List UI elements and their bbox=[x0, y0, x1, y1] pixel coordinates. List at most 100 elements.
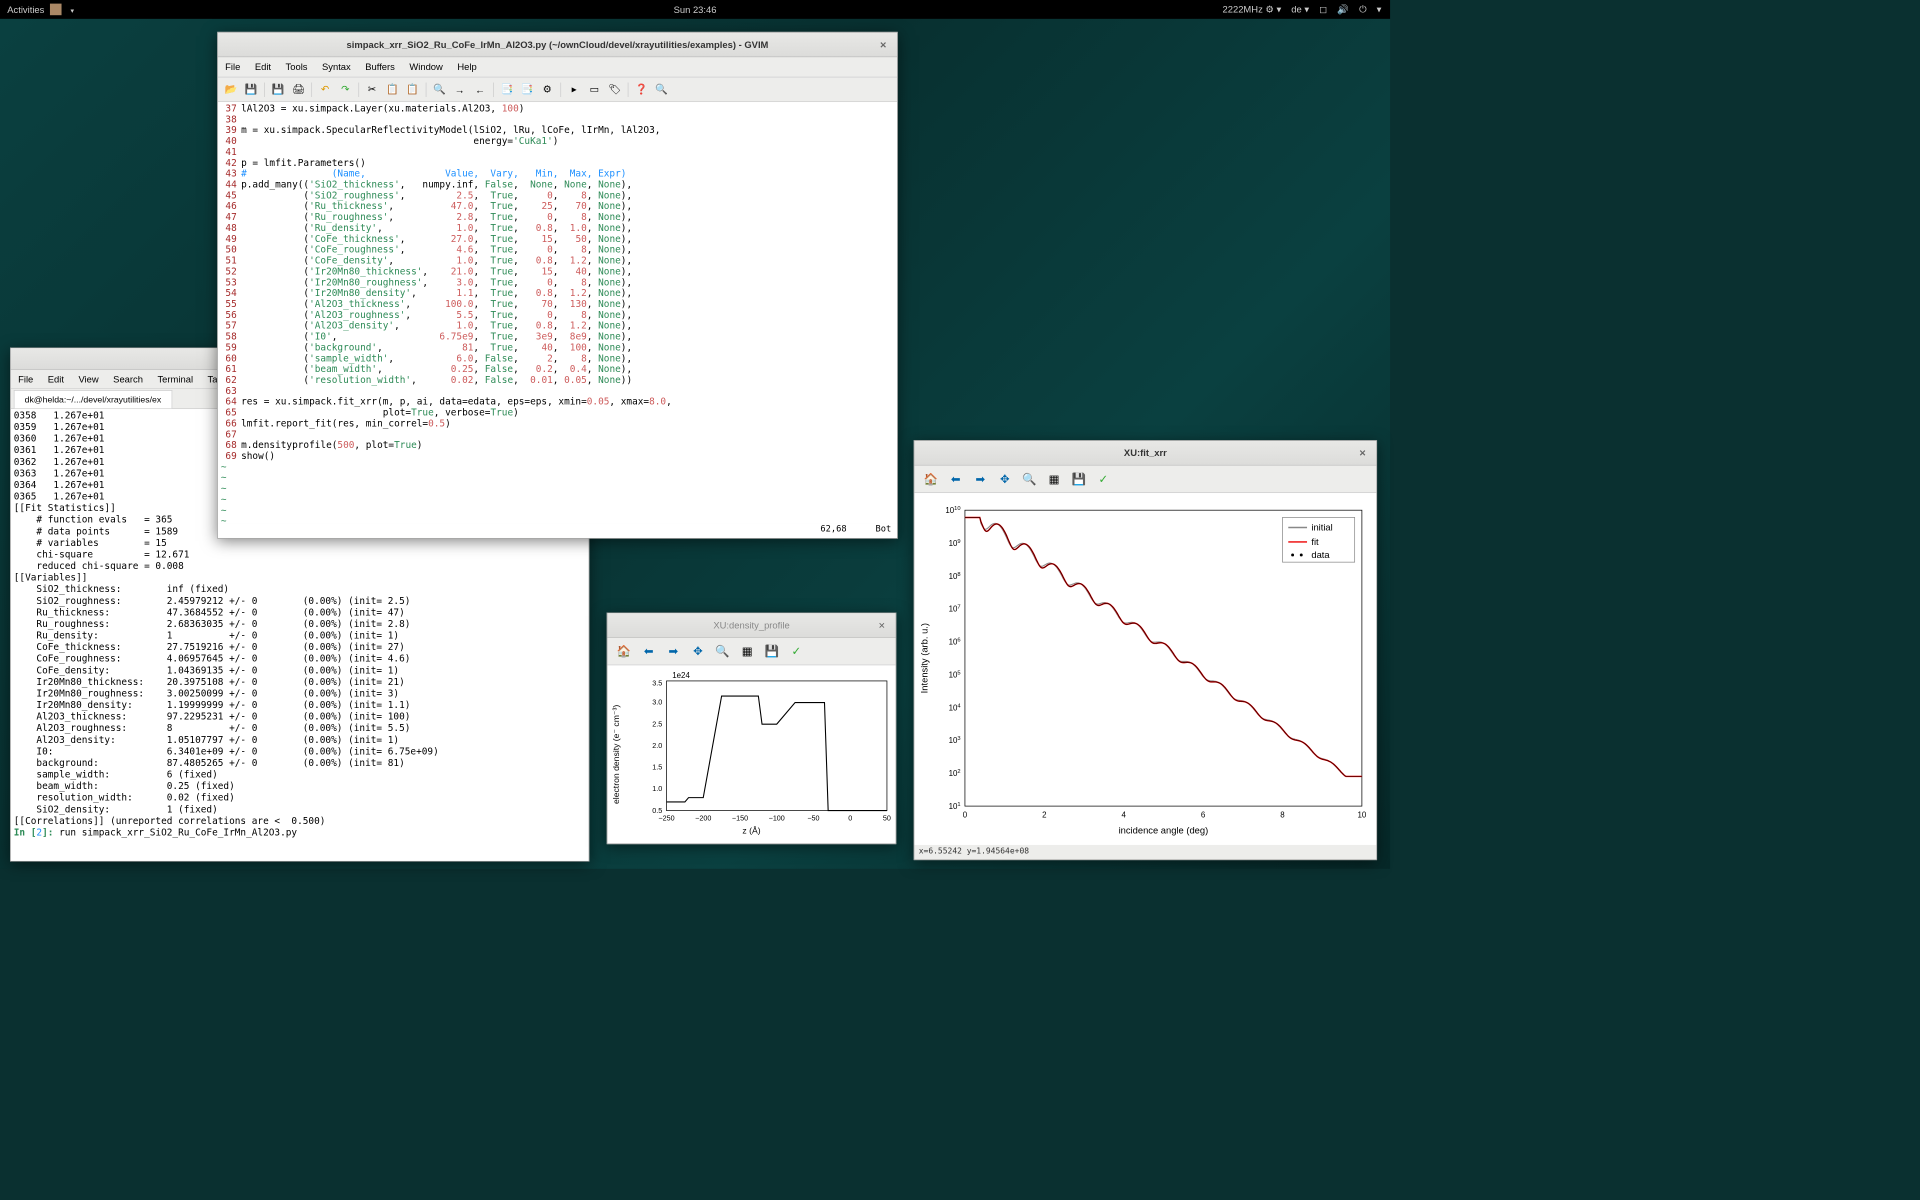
menu-tools[interactable]: Tools bbox=[278, 59, 314, 76]
fit-plot[interactable]: 1011021031041051061071081091010 0246810 … bbox=[914, 493, 1376, 845]
menu-syntax[interactable]: Syntax bbox=[315, 59, 358, 76]
activities-button[interactable]: Activities bbox=[7, 4, 44, 15]
app-menu-dropdown[interactable] bbox=[68, 4, 75, 15]
menu-terminal[interactable]: Terminal bbox=[150, 371, 200, 388]
svg-text:101: 101 bbox=[949, 802, 961, 811]
fit-xrr-window[interactable]: XU:fit_xrr 🏠 ⬅ ➡ ✥ 🔍 ▦ 💾 ✓ 101 102 103 104 1… bbox=[914, 440, 1377, 860]
svg-text:fit: fit bbox=[1311, 537, 1319, 547]
menu-help[interactable]: Help bbox=[450, 59, 484, 76]
open-icon[interactable]: 📂 bbox=[222, 81, 239, 98]
close-icon[interactable] bbox=[880, 39, 892, 51]
svg-text:1.0: 1.0 bbox=[652, 784, 662, 793]
menu-buffers[interactable]: Buffers bbox=[358, 59, 402, 76]
svg-text:8: 8 bbox=[1280, 811, 1285, 820]
find-prev-icon[interactable]: ← bbox=[471, 81, 488, 98]
make-icon[interactable]: ▸ bbox=[565, 81, 582, 98]
find-next-icon[interactable]: → bbox=[451, 81, 468, 98]
redo-icon[interactable]: ↷ bbox=[337, 81, 354, 98]
svg-text:0: 0 bbox=[963, 811, 968, 820]
gvim-statusbar: 62,68 Bot bbox=[218, 523, 897, 537]
svg-text:Intensity (arb. u.): Intensity (arb. u.) bbox=[919, 623, 929, 693]
session-save-icon[interactable]: 📑 bbox=[518, 81, 535, 98]
save-all-icon[interactable]: 💾 bbox=[269, 81, 286, 98]
menu-search[interactable]: Search bbox=[106, 371, 150, 388]
fit-title: XU:fit_xrr bbox=[1124, 447, 1167, 458]
svg-text:data: data bbox=[1311, 550, 1330, 560]
svg-text:106: 106 bbox=[949, 638, 961, 647]
app-menu-icon[interactable] bbox=[50, 4, 62, 16]
menu-file[interactable]: File bbox=[218, 59, 248, 76]
copy-icon[interactable]: 📋 bbox=[384, 81, 401, 98]
zoom-icon[interactable]: 🔍 bbox=[713, 642, 732, 661]
svg-text:6: 6 bbox=[1201, 811, 1206, 820]
menu-edit[interactable]: Edit bbox=[248, 59, 279, 76]
subplots-icon[interactable]: ▦ bbox=[1045, 470, 1064, 489]
pan-icon[interactable]: ✥ bbox=[995, 470, 1014, 489]
home-icon[interactable]: 🏠 bbox=[922, 470, 941, 489]
svg-text:0: 0 bbox=[848, 814, 852, 823]
undo-icon[interactable]: ↶ bbox=[316, 81, 333, 98]
paste-icon[interactable]: 📋 bbox=[404, 81, 421, 98]
shell-icon[interactable]: ▭ bbox=[586, 81, 603, 98]
back-icon[interactable]: ⬅ bbox=[639, 642, 658, 661]
save-icon[interactable]: 💾 bbox=[1069, 470, 1088, 489]
pan-icon[interactable]: ✥ bbox=[689, 642, 708, 661]
density-profile-window[interactable]: XU:density_profile 🏠 ⬅ ➡ ✥ 🔍 ▦ 💾 ✓ 1e24 … bbox=[607, 613, 897, 845]
save-icon[interactable]: 💾 bbox=[243, 81, 260, 98]
save-icon[interactable]: 💾 bbox=[762, 642, 781, 661]
gvim-titlebar[interactable]: simpack_xrr_SiO2_Ru_CoFe_IrMn_Al2O3.py (… bbox=[218, 33, 897, 58]
find-help-icon[interactable]: 🔍 bbox=[653, 81, 670, 98]
fit-titlebar[interactable]: XU:fit_xrr bbox=[914, 441, 1376, 466]
volume-icon[interactable]: 🔊 bbox=[1337, 4, 1349, 16]
svg-text:3.0: 3.0 bbox=[652, 698, 662, 707]
close-icon[interactable] bbox=[1359, 447, 1371, 459]
cut-icon[interactable]: ✂ bbox=[363, 81, 380, 98]
cpu-freq-indicator[interactable]: 2222MHz ⚙ ▾ bbox=[1222, 4, 1281, 16]
menu-window[interactable]: Window bbox=[402, 59, 450, 76]
home-icon[interactable]: 🏠 bbox=[615, 642, 634, 661]
svg-text:−50: −50 bbox=[807, 814, 819, 823]
density-titlebar[interactable]: XU:density_profile bbox=[607, 613, 895, 638]
subplots-icon[interactable]: ▦ bbox=[738, 642, 757, 661]
help-icon[interactable]: ❓ bbox=[633, 81, 650, 98]
find-icon[interactable]: 🔍 bbox=[431, 81, 448, 98]
gvim-window[interactable]: simpack_xrr_SiO2_Ru_CoFe_IrMn_Al2O3.py (… bbox=[217, 32, 898, 539]
svg-text:104: 104 bbox=[949, 703, 962, 712]
forward-icon[interactable]: ➡ bbox=[664, 642, 683, 661]
back-icon[interactable]: ⬅ bbox=[946, 470, 965, 489]
svg-text:103: 103 bbox=[949, 736, 961, 745]
edit-icon[interactable]: ✓ bbox=[1094, 470, 1113, 489]
edit-icon[interactable]: ✓ bbox=[787, 642, 806, 661]
menu-edit[interactable]: Edit bbox=[41, 371, 72, 388]
forward-icon[interactable]: ➡ bbox=[971, 470, 990, 489]
zoom-icon[interactable]: 🔍 bbox=[1020, 470, 1039, 489]
density-plot[interactable]: 1e24 0.51.0 1.52.0 2.53.0 3.5 −250−200 −… bbox=[607, 665, 895, 843]
close-icon[interactable] bbox=[878, 619, 890, 631]
tray-window-icon[interactable]: ◻ bbox=[1319, 4, 1327, 16]
ctags-icon[interactable]: 🏷 bbox=[606, 81, 623, 98]
editor-area[interactable]: 37lAl2O3 = xu.simpack.Layer(xu.materials… bbox=[218, 102, 897, 523]
gvim-title: simpack_xrr_SiO2_Ru_CoFe_IrMn_Al2O3.py (… bbox=[347, 39, 769, 50]
gnome-topbar: Activities Sun 23:46 2222MHz ⚙ ▾ de ▾ ◻ … bbox=[0, 0, 1390, 19]
menu-view[interactable]: View bbox=[71, 371, 106, 388]
terminal-tab[interactable]: dk@helda:~/.../devel/xrayutilities/ex bbox=[14, 390, 172, 408]
system-menu-dropdown[interactable]: ▾ bbox=[1377, 4, 1382, 16]
svg-text:2: 2 bbox=[1042, 811, 1046, 820]
svg-text:incidence angle (deg): incidence angle (deg) bbox=[1119, 826, 1209, 836]
svg-text:4: 4 bbox=[1122, 811, 1127, 820]
gvim-toolbar: 📂 💾 💾 🖨 ↶ ↷ ✂ 📋 📋 🔍 → ← 📑 📑 ⚙ ▸ ▭ 🏷 ❓ 🔍 bbox=[218, 77, 897, 102]
svg-text:−200: −200 bbox=[695, 814, 711, 823]
svg-text:102: 102 bbox=[949, 769, 961, 778]
svg-text:1e24: 1e24 bbox=[672, 671, 690, 680]
print-icon[interactable]: 🖨 bbox=[290, 81, 307, 98]
svg-text:−100: −100 bbox=[769, 814, 785, 823]
keyboard-layout-indicator[interactable]: de ▾ bbox=[1291, 4, 1309, 16]
session-load-icon[interactable]: 📑 bbox=[498, 81, 515, 98]
power-icon[interactable]: ⏻ bbox=[1359, 4, 1366, 16]
clock[interactable]: Sun 23:46 bbox=[674, 4, 717, 15]
scroll-position: Bot bbox=[876, 523, 892, 537]
density-title: XU:density_profile bbox=[713, 620, 789, 631]
run-script-icon[interactable]: ⚙ bbox=[539, 81, 556, 98]
menu-file[interactable]: File bbox=[11, 371, 41, 388]
svg-text:3.5: 3.5 bbox=[652, 678, 662, 687]
